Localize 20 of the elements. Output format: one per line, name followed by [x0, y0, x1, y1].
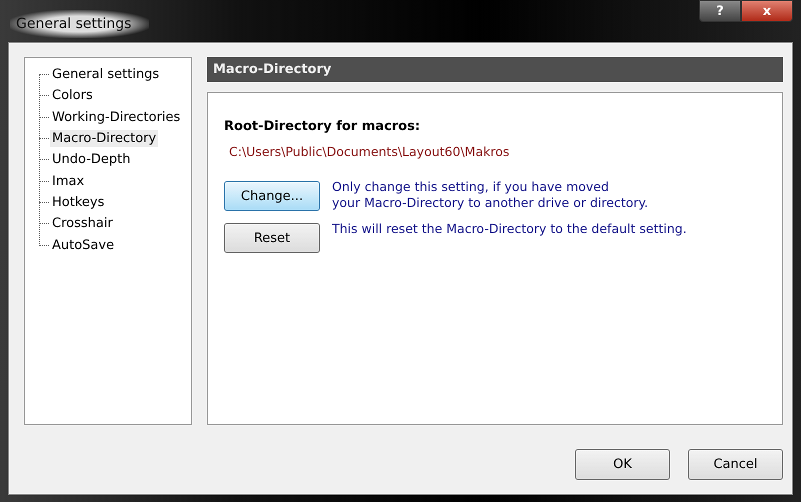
tree-item[interactable]: Hotkeys: [50, 194, 106, 211]
help-button[interactable]: ?: [699, 0, 741, 22]
directory-path: C:\Users\Public\Documents\Layout60\Makros: [229, 144, 510, 159]
hint-text: Only change this setting, if you have moved your Macro-Directory to another drive or directory.: [332, 179, 648, 211]
action-button[interactable]: Reset: [224, 223, 320, 253]
ok-button[interactable]: OK: [575, 449, 670, 480]
tree-item[interactable]: Imax: [50, 172, 86, 190]
tree-item[interactable]: AutoSave: [50, 236, 116, 254]
tree-item[interactable]: Crosshair: [50, 215, 115, 232]
tree-item[interactable]: Macro-Directory: [50, 130, 158, 148]
tree-item[interactable]: Colors: [50, 87, 95, 104]
section-header: Macro-Directory: [207, 57, 783, 82]
tree-item[interactable]: Working-Directories: [50, 108, 182, 126]
close-button[interactable]: x: [741, 0, 793, 22]
action-button[interactable]: Change...: [224, 181, 320, 211]
section-heading: Root-Directory for macros:: [224, 119, 422, 134]
tree-item[interactable]: Undo-Depth: [50, 151, 132, 168]
tree-item[interactable]: General settings: [50, 66, 162, 84]
cancel-button[interactable]: Cancel: [688, 449, 783, 480]
hint-text: This will reset the Macro-Directory to the default setting.: [332, 221, 687, 238]
